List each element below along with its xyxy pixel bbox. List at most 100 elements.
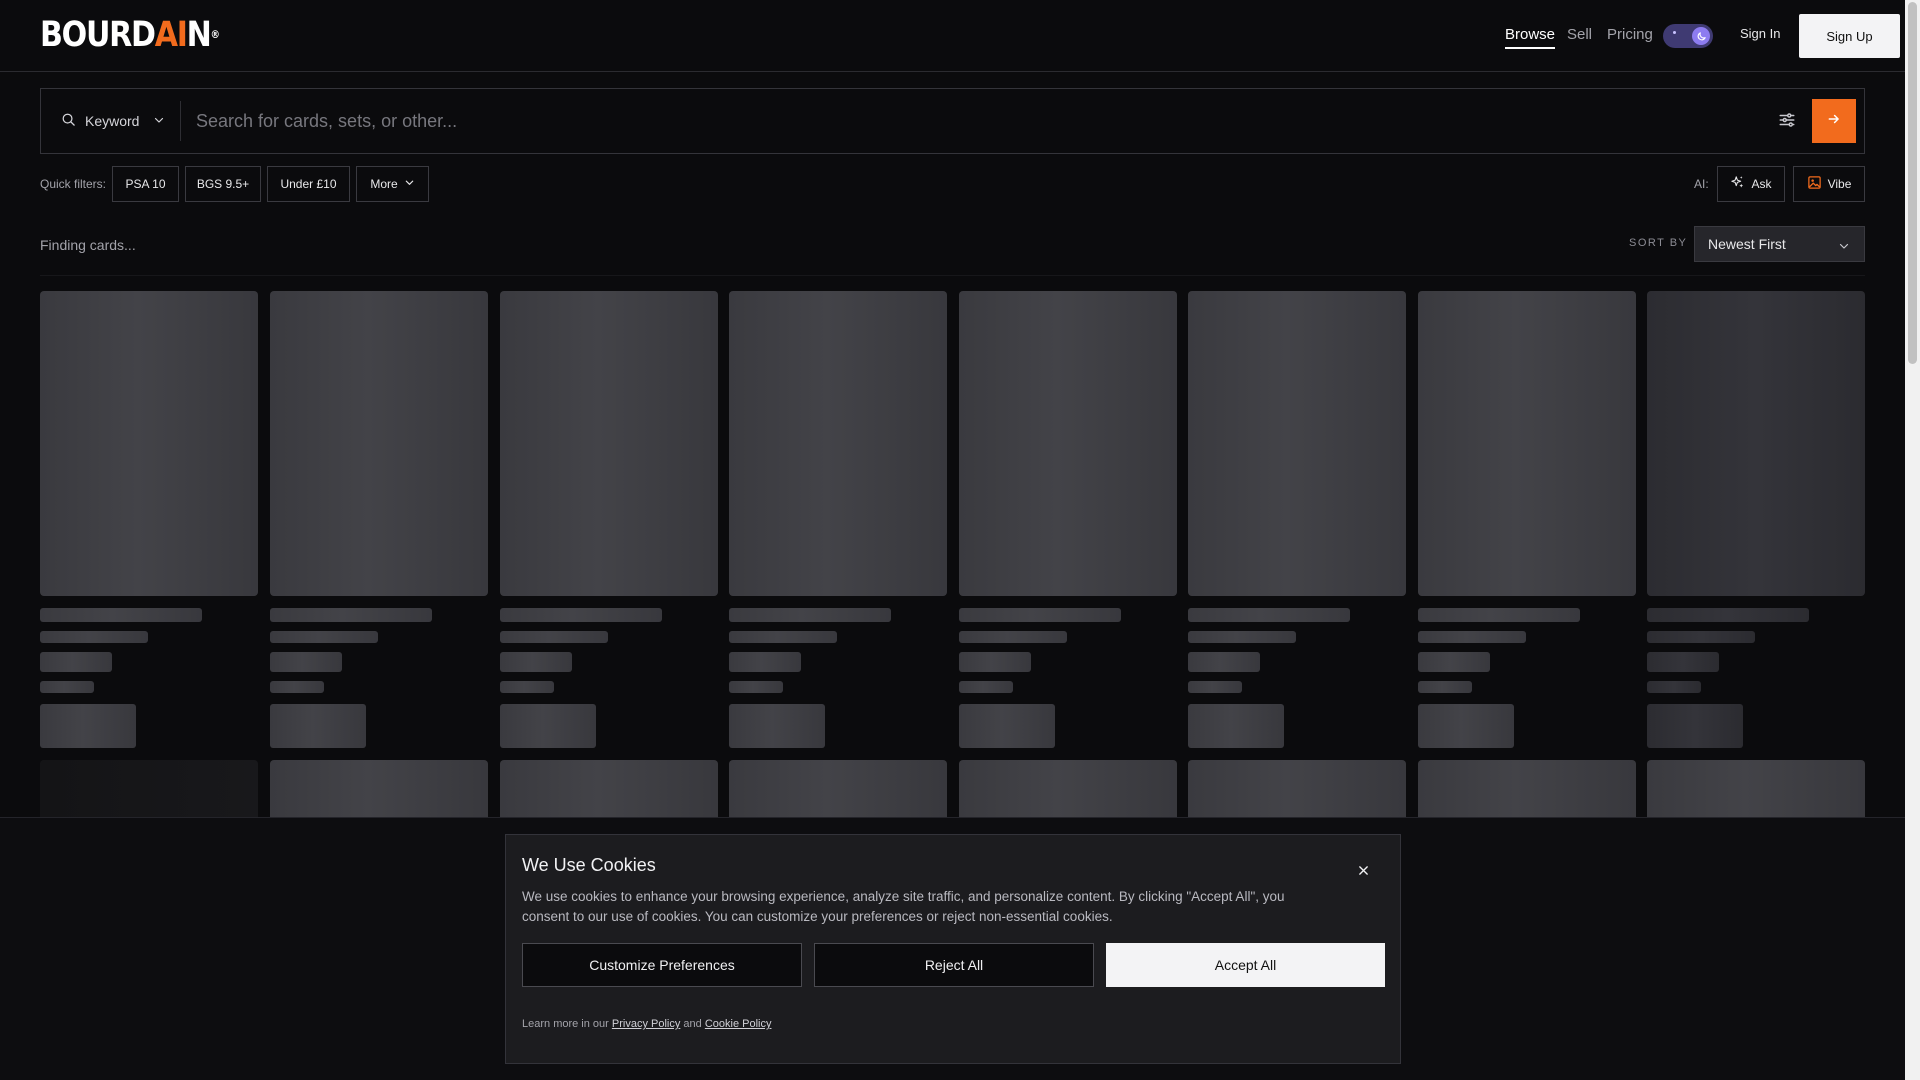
arrow-right-icon xyxy=(1827,112,1841,131)
logo-accent-text: AI xyxy=(154,15,188,55)
filter-chip-psa10[interactable]: PSA 10 xyxy=(112,166,179,202)
sliders-icon[interactable] xyxy=(1778,111,1798,131)
chip-label: Under £10 xyxy=(280,177,337,191)
results-status: Finding cards... xyxy=(40,237,136,253)
filter-chip-under10[interactable]: Under £10 xyxy=(267,166,350,202)
chip-label: PSA 10 xyxy=(125,177,166,191)
ai-label: AI: xyxy=(1694,177,1709,191)
ai-vibe-button[interactable]: Vibe xyxy=(1793,166,1865,202)
card-skeleton-row2 xyxy=(40,760,258,818)
sign-up-button[interactable]: Sign Up xyxy=(1799,14,1900,58)
skeleton-line xyxy=(1418,631,1526,643)
skeleton-button xyxy=(500,704,596,748)
chevron-down-icon xyxy=(1838,239,1850,255)
skeleton-image xyxy=(1418,291,1636,596)
card-skeleton-row2 xyxy=(1418,760,1636,818)
sign-up-label: Sign Up xyxy=(1826,28,1873,44)
card-skeleton-row2 xyxy=(729,760,947,818)
logo-registered-mark: ® xyxy=(210,28,220,41)
skeleton-line xyxy=(959,608,1121,622)
footer-text: Learn more in our xyxy=(522,1018,609,1030)
skeleton-line xyxy=(1188,681,1242,693)
card-skeleton xyxy=(270,291,488,751)
chip-label: More xyxy=(370,177,398,191)
skeleton-line xyxy=(1647,652,1719,672)
skeleton-line xyxy=(729,652,801,672)
skeleton-image xyxy=(270,291,488,596)
brand-logo[interactable]: BOURDAIN® xyxy=(40,15,220,55)
reject-all-button[interactable]: Reject All xyxy=(814,943,1094,987)
skeleton-line xyxy=(500,631,608,643)
search-submit-button[interactable] xyxy=(1812,99,1856,143)
privacy-policy-link[interactable]: Privacy Policy xyxy=(612,1018,680,1030)
card-skeleton xyxy=(1418,291,1636,751)
skeleton-line xyxy=(40,681,94,693)
skeleton-line xyxy=(40,608,202,622)
search-input[interactable] xyxy=(196,101,1496,141)
customize-preferences-button[interactable]: Customize Preferences xyxy=(522,943,802,987)
nav-browse[interactable]: Browse xyxy=(1505,24,1556,49)
sort-value: Newest First xyxy=(1708,236,1786,252)
card-skeleton xyxy=(1188,291,1406,751)
button-label: Accept All xyxy=(1214,957,1277,973)
sort-by-label: SORT BY xyxy=(1629,237,1688,249)
skeleton-line xyxy=(1418,681,1472,693)
skeleton-image xyxy=(1188,291,1406,596)
search-icon xyxy=(61,112,76,130)
top-nav-bar: BOURDAIN® Browse Sell Pricing Sign In Si… xyxy=(0,0,1905,72)
skeleton-button xyxy=(40,704,136,748)
skeleton-line xyxy=(270,681,324,693)
search-type-label: Keyword xyxy=(85,113,140,129)
cookie-footer: Learn more in our Privacy Policy and Coo… xyxy=(522,1018,771,1030)
footer-text: and xyxy=(683,1018,702,1030)
skeleton-button xyxy=(959,704,1055,748)
close-icon[interactable] xyxy=(1355,862,1371,878)
skeleton-line xyxy=(40,652,112,672)
card-skeleton xyxy=(1647,291,1865,751)
accept-all-button[interactable]: Accept All xyxy=(1106,943,1385,987)
ai-ask-button[interactable]: Ask xyxy=(1717,166,1785,202)
moon-icon xyxy=(1692,27,1710,45)
filter-chip-more[interactable]: More xyxy=(356,166,429,202)
skeleton-button xyxy=(270,704,366,748)
skeleton-line xyxy=(1188,608,1350,622)
skeleton-line xyxy=(1188,652,1260,672)
filter-chip-bgs95[interactable]: BGS 9.5+ xyxy=(185,166,261,202)
logo-text: BOURD xyxy=(40,15,156,55)
chevron-down-icon xyxy=(404,177,415,191)
search-divider xyxy=(180,101,181,141)
card-skeleton-row2 xyxy=(1188,760,1406,818)
scrollbar-thumb[interactable] xyxy=(1908,2,1917,364)
skeleton-button xyxy=(1188,704,1284,748)
sign-in-link[interactable]: Sign In xyxy=(1740,26,1780,41)
skeleton-image xyxy=(40,291,258,596)
cookie-policy-link[interactable]: Cookie Policy xyxy=(705,1018,772,1030)
skeleton-line xyxy=(959,681,1013,693)
ai-ask-label: Ask xyxy=(1751,177,1772,191)
skeleton-line xyxy=(500,681,554,693)
skeleton-line xyxy=(729,631,837,643)
cookie-title: We Use Cookies xyxy=(522,855,656,875)
sort-select[interactable]: Newest First xyxy=(1694,226,1865,262)
star-dot xyxy=(1673,31,1676,34)
card-skeleton-row2 xyxy=(270,760,488,818)
skeleton-line xyxy=(1188,631,1296,643)
card-skeleton-row2 xyxy=(1647,760,1865,818)
button-label: Customize Preferences xyxy=(589,957,735,973)
skeleton-image xyxy=(959,291,1177,596)
sparkles-icon xyxy=(1730,175,1745,193)
skeleton-line xyxy=(1647,681,1701,693)
theme-toggle[interactable] xyxy=(1663,24,1713,48)
results-divider xyxy=(40,275,1865,276)
search-bar: Keyword xyxy=(40,88,1865,154)
skeleton-line xyxy=(270,608,432,622)
nav-sell[interactable]: Sell xyxy=(1567,24,1592,46)
skeleton-line xyxy=(729,608,891,622)
skeleton-line xyxy=(959,652,1031,672)
cookie-description: We use cookies to enhance your browsing … xyxy=(522,889,1285,924)
skeleton-image xyxy=(500,291,718,596)
skeleton-image xyxy=(1647,291,1865,596)
button-label: Reject All xyxy=(924,957,984,973)
search-type-dropdown[interactable]: Keyword xyxy=(41,89,181,153)
nav-pricing[interactable]: Pricing xyxy=(1607,24,1653,46)
